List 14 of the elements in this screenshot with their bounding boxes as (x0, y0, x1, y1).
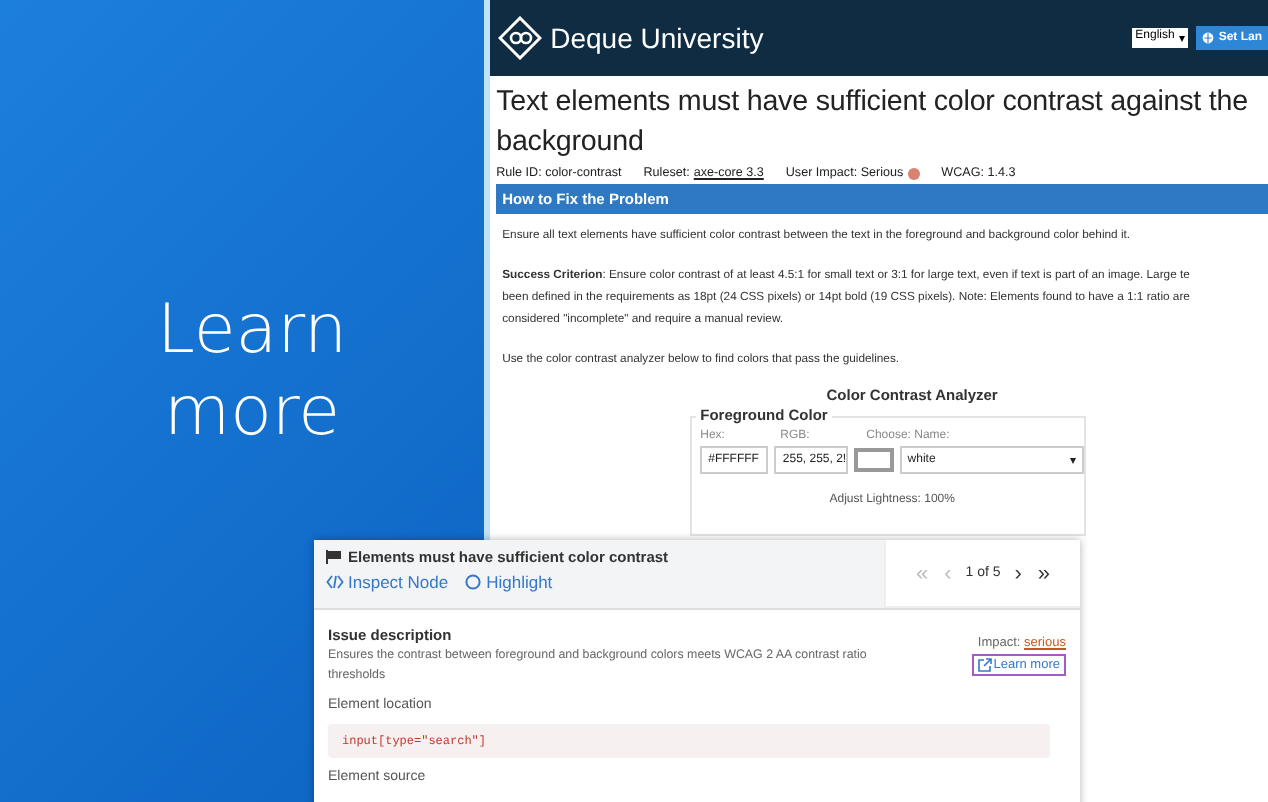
globe-icon (1202, 32, 1215, 44)
last-page-button[interactable]: » (1035, 561, 1053, 585)
diamond-logo-icon (498, 16, 543, 60)
color-swatch[interactable] (854, 448, 894, 473)
highlight-link[interactable]: Highlight (464, 572, 553, 592)
site-brand: Deque University (550, 22, 764, 54)
flag-icon (326, 550, 342, 564)
next-page-button[interactable]: › (1012, 561, 1024, 585)
code-icon (326, 574, 344, 590)
promo-heading: Learn more (154, 289, 350, 453)
circle-icon (464, 574, 483, 590)
page-title: Text elements must have sufficient color contrast against the background (496, 84, 1250, 162)
external-link-icon (977, 658, 992, 672)
inspect-node-link[interactable]: Inspect Node (326, 572, 449, 592)
